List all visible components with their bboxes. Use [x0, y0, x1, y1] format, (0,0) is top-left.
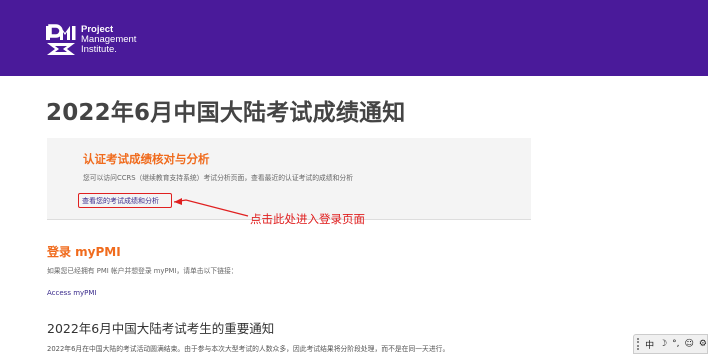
login-section-title: 登录 myPMI [47, 245, 121, 259]
punctuation-icon[interactable]: °, [672, 339, 679, 349]
ime-mode-toggle[interactable]: 中 [645, 338, 654, 351]
results-panel: 认证考试成绩核对与分析 您可以访问CCRS（继续教育支持系统）考试分析页面，查看… [47, 138, 531, 220]
site-header: Project Management Institute. [0, 0, 708, 76]
pmi-logo-icon [46, 24, 76, 55]
view-results-link[interactable]: 查看您的考试成绩和分析 [78, 193, 172, 208]
drag-handle-icon[interactable] [637, 338, 640, 350]
page-title: 2022年6月中国大陆考试成绩通知 [46, 100, 406, 126]
logo-wordmark: Project Management Institute. [81, 25, 136, 55]
ime-toolbar: 中 ☽ °, ☺ ⚙ [633, 334, 708, 354]
logo-line-3: Institute. [81, 44, 117, 55]
moon-icon[interactable]: ☽ [659, 339, 667, 349]
notice-paragraph: 2022年6月在中国大陆的考试活动圆满结束。由于参与本次大型考试的人数众多，因此… [47, 345, 450, 353]
results-panel-description: 您可以访问CCRS（继续教育支持系统）考试分析页面，查看最近的认证考试的成绩和分… [83, 174, 354, 182]
pmi-logo[interactable]: Project Management Institute. [45, 24, 136, 56]
emoji-icon[interactable]: ☺ [685, 339, 694, 349]
annotation-arrow-icon [173, 198, 249, 217]
notice-section-title: 2022年6月中国大陆考试考生的重要通知 [47, 321, 275, 336]
access-mypmi-link[interactable]: Access myPMI [47, 289, 96, 297]
settings-icon[interactable]: ⚙ [699, 339, 707, 349]
login-section-description: 如果您已经拥有 PMI 帐户并想登录 myPMI，请单击以下链接： [47, 267, 238, 275]
results-panel-title: 认证考试成绩核对与分析 [83, 152, 210, 166]
annotation-text: 点击此处进入登录页面 [250, 212, 365, 226]
